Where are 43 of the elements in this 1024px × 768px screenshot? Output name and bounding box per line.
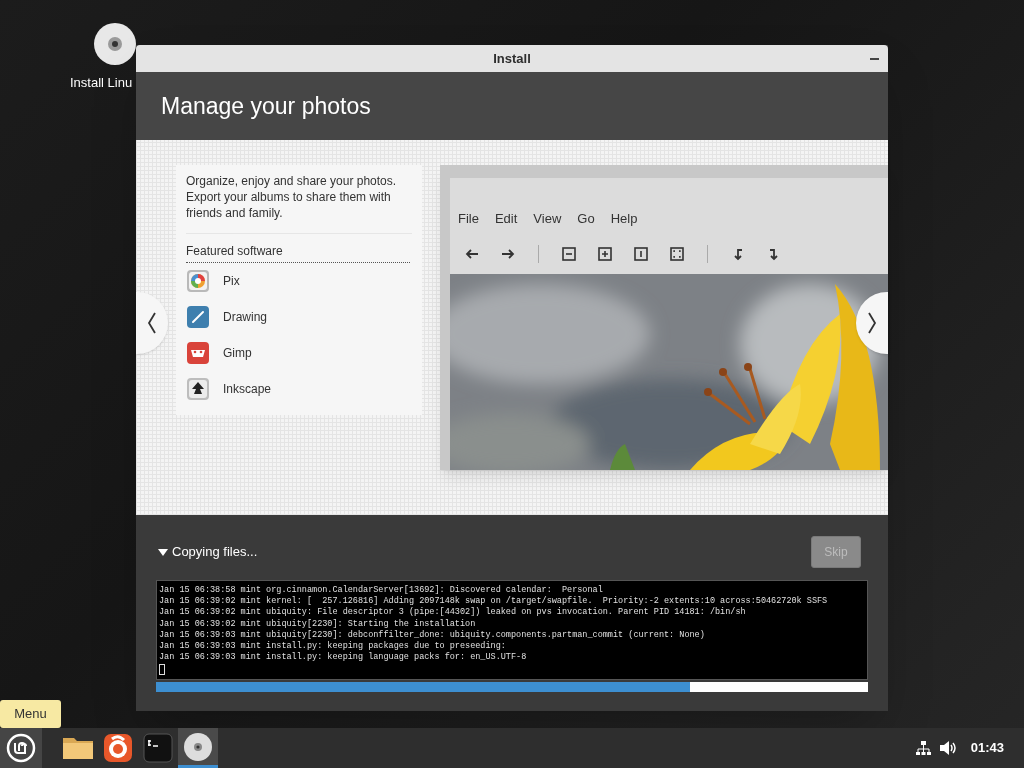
volume-icon[interactable] <box>938 740 957 756</box>
tooltip: Menu <box>0 700 61 728</box>
details-expander[interactable]: Copying files... <box>158 542 258 562</box>
app-name: Inkscape <box>223 381 272 398</box>
menu-item[interactable]: Help <box>610 209 638 234</box>
log-line: Jan 15 06:39:03 mint install.py: keeping language packs for: en_US.UTF-8 <box>159 652 528 664</box>
page-heading: Manage your photos <box>161 91 371 121</box>
desktop-icon-label[interactable]: Install Linu <box>64 73 133 92</box>
vector-app-icon <box>186 377 210 401</box>
description-text: Organize, enjoy and share your photos. Export your albums to share them with friends and family. <box>186 173 412 234</box>
zoom-in-icon[interactable] <box>597 245 613 262</box>
chevron-left-icon <box>147 311 157 335</box>
log-line: Jan 15 06:39:02 mint kernel: [ 257.126816] Adding 2097148k swap on /target/swapfile. Priority:-2 extents:10 across:50462720k SSFS <box>159 596 829 607</box>
mint-logo-icon <box>6 733 36 763</box>
menu-item[interactable]: File <box>458 209 479 234</box>
pen-app-icon <box>186 305 210 329</box>
menu-item[interactable]: View <box>533 209 562 234</box>
zoom-normal-icon[interactable] <box>633 245 649 262</box>
previous-slide-button[interactable] <box>136 292 168 354</box>
log-line: Jan 15 06:39:03 mint install.py: keeping packages due to preseeding: <box>159 641 507 652</box>
window-title: Install <box>493 49 531 68</box>
launcher-button[interactable] <box>178 728 218 768</box>
chevron-right-icon <box>867 311 877 335</box>
zoom-out-icon[interactable] <box>561 245 577 262</box>
menu-item[interactable]: Edit <box>494 209 518 234</box>
cursor-block <box>159 664 165 676</box>
app-name: Drawing <box>223 309 267 326</box>
menu-button[interactable] <box>0 728 42 768</box>
mascot-app-icon <box>186 341 210 365</box>
log-line: Jan 15 06:39:02 mint ubiquity: File descriptor 3 (pipe:[44302]) leaked on pvs invocation. Parent PID 14181: /bin/sh <box>159 607 747 619</box>
network-icon[interactable] <box>914 740 931 756</box>
section-heading: Featured software <box>186 242 410 263</box>
zoom-fit-icon[interactable] <box>669 245 685 262</box>
terminal-icon <box>140 730 176 766</box>
app-name: Pix <box>223 273 240 290</box>
disc-icon[interactable] <box>94 23 136 65</box>
log-line: Jan 15 06:39:02 mint ubiquity[2230]: Starting the installation <box>159 618 477 630</box>
menu-item[interactable]: Go <box>577 209 595 234</box>
log-line: Jan 15 06:38:58 mint org.cinnamon.CalendarServer[13692]: Discovered calendar: Personal <box>159 585 604 596</box>
photo-app-icon <box>186 269 210 293</box>
app-name: Gimp <box>223 345 252 362</box>
log-line: Jan 15 06:39:03 mint ubiquity[2230]: debconffilter_done: ubiquity.components.partman_commit (current: None) <box>159 629 706 641</box>
clock[interactable]: 01:43 <box>970 738 1004 758</box>
